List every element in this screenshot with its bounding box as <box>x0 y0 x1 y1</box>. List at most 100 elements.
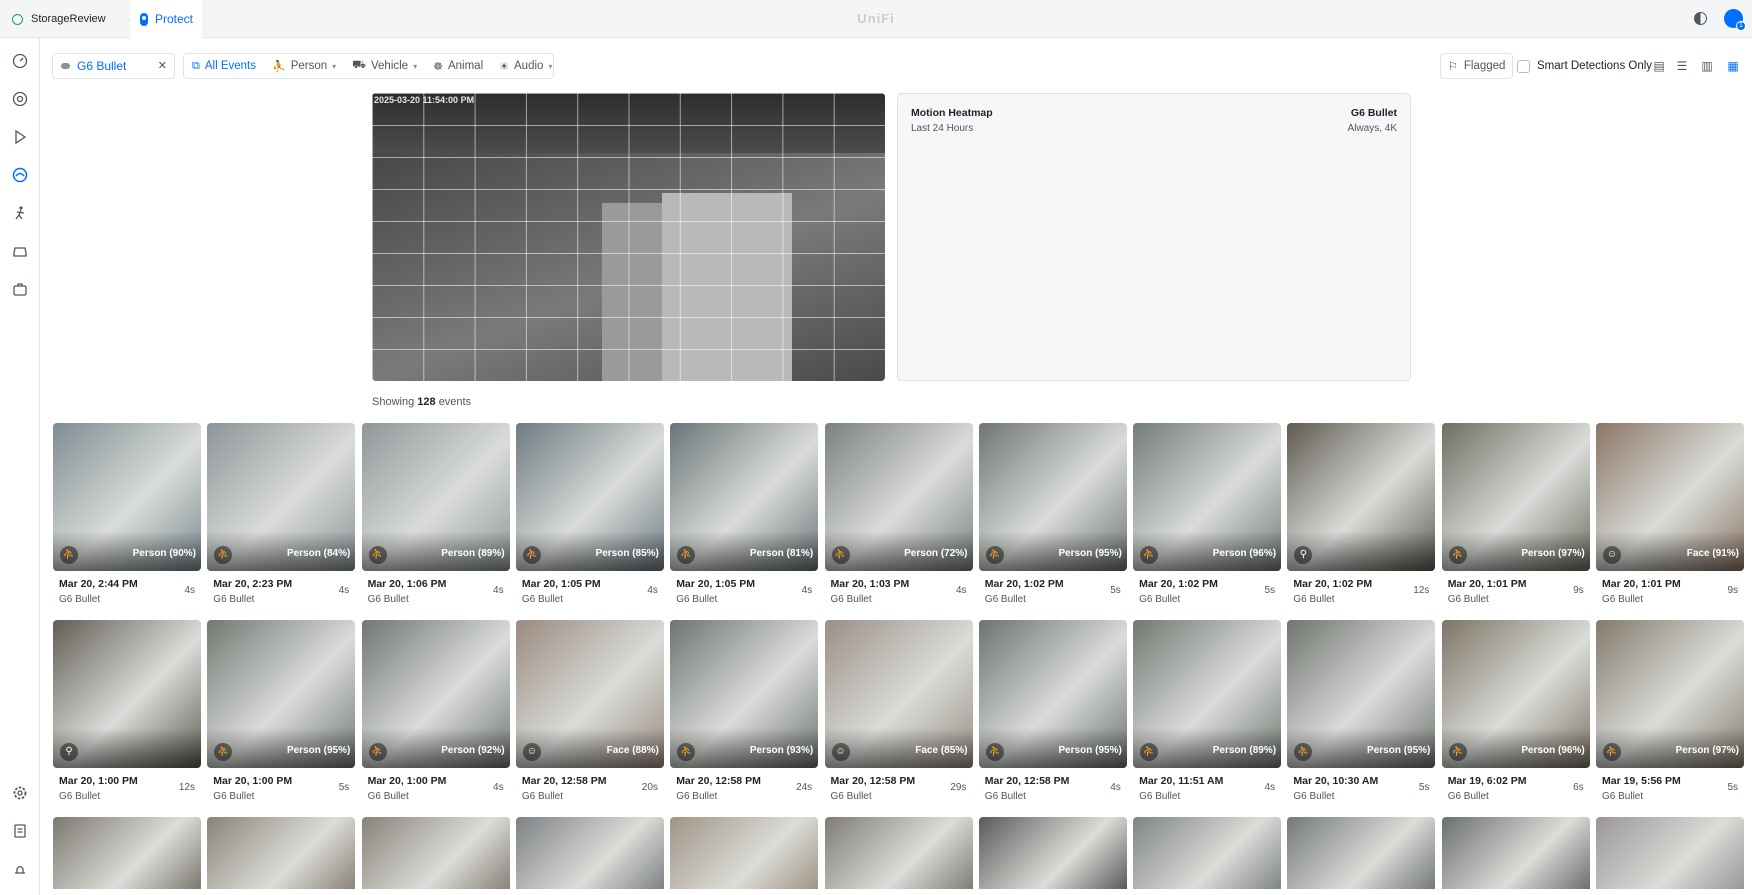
event-duration: 4s <box>801 585 813 596</box>
event-thumbnail[interactable]: ⚲ <box>53 620 201 768</box>
event-thumbnail[interactable]: ⛹ Person (95%) <box>207 620 356 768</box>
site-selector[interactable]: StorageReview ⌄ <box>12 0 135 38</box>
event-card[interactable]: ⚲ Mar 20, 1:02 PM 12s G6 Bullet <box>1287 423 1436 613</box>
event-thumbnail[interactable]: ☺ Face (91%) <box>1596 423 1744 571</box>
event-thumbnail[interactable]: ⛹ Person (85%) <box>515 423 664 571</box>
toolbox-icon[interactable] <box>11 280 29 298</box>
event-thumbnail[interactable]: ⛹ Person (95%) <box>978 620 1127 768</box>
export-icon[interactable]: ▤ <box>1651 58 1667 74</box>
event-card[interactable]: ⛹ Person (92%) Mar 20, 1:00 PM 4s G6 Bullet <box>361 620 510 810</box>
event-card[interactable]: ⛹ Person (90%) Mar 20, 2:44 PM 4s G6 Bullet <box>53 423 201 613</box>
event-thumbnail[interactable]: ⛹ Person (92%) <box>361 620 510 768</box>
settings-icon[interactable] <box>11 784 29 802</box>
event-card[interactable]: ⛹ Person (81%) Mar 20, 1:05 PM 4s G6 Bullet <box>670 423 819 613</box>
event-thumbnail[interactable]: ⛹ Person (89%) <box>361 423 510 571</box>
theme-toggle-icon[interactable] <box>1694 12 1707 25</box>
event-thumbnail[interactable]: ⛹ Person (96%) <box>1133 423 1282 571</box>
filter-all-events[interactable]: ⧉ All Events <box>184 54 264 78</box>
user-avatar[interactable]: 1 <box>1724 9 1746 31</box>
event-card[interactable]: ⛹ Person (95%) Mar 20, 12:58 PM 4s G6 Bullet <box>978 620 1127 810</box>
event-card[interactable]: ⛹ Person (72%) Mar 20, 1:03 PM 4s G6 Bullet <box>824 423 973 613</box>
detections-icon[interactable] <box>11 166 29 184</box>
event-card[interactable] <box>361 817 510 889</box>
event-thumbnail[interactable] <box>53 817 201 889</box>
event-thumbnail[interactable]: ⛹ Person (97%) <box>1441 423 1590 571</box>
detection-label: Person (84%) <box>286 548 351 559</box>
event-thumbnail[interactable] <box>1287 817 1436 889</box>
event-card[interactable]: ⛹ Person (97%) Mar 19, 5:56 PM 5s G6 Bullet <box>1596 620 1744 810</box>
alerts-icon[interactable] <box>11 860 29 878</box>
event-thumbnail[interactable]: ⛹ Person (97%) <box>1596 620 1744 768</box>
camera-filter-chip[interactable]: G6 Bullet ✕ <box>52 53 175 79</box>
event-card[interactable]: ☺ Face (91%) Mar 20, 1:01 PM 9s G6 Bullet <box>1596 423 1744 613</box>
event-card[interactable]: ⛹ Person (95%) Mar 20, 10:30 AM 5s G6 Bullet <box>1287 620 1436 810</box>
event-thumbnail[interactable]: ⛹ Person (90%) <box>53 423 201 571</box>
close-icon[interactable]: ✕ <box>158 59 167 72</box>
event-card[interactable]: ⛹ Person (96%) Mar 20, 1:02 PM 5s G6 Bullet <box>1133 423 1282 613</box>
event-card[interactable]: ☺ Face (85%) Mar 20, 12:58 PM 29s G6 Bullet <box>824 620 973 810</box>
event-card[interactable]: ⛹ Person (95%) Mar 20, 1:02 PM 5s G6 Bullet <box>978 423 1127 613</box>
event-thumbnail[interactable]: ☺ Face (85%) <box>824 620 973 768</box>
event-thumbnail[interactable] <box>515 817 664 889</box>
event-camera: G6 Bullet <box>59 791 101 802</box>
event-camera: G6 Bullet <box>213 594 255 605</box>
bar-chart-icon[interactable]: ▥ <box>1699 58 1715 74</box>
event-card[interactable]: ⛹ Person (95%) Mar 20, 1:00 PM 5s G6 Bullet <box>207 620 356 810</box>
smart-detections-toggle[interactable]: Smart Detections Only <box>1517 53 1652 79</box>
filter-vehicle[interactable]: ⛟ Vehicle ▾ <box>344 54 425 78</box>
event-thumbnail[interactable] <box>1441 817 1590 889</box>
event-card[interactable]: ⛹ Person (89%) Mar 20, 1:06 PM 4s G6 Bullet <box>361 423 510 613</box>
event-thumbnail[interactable]: ⛹ Person (95%) <box>978 423 1127 571</box>
event-thumbnail[interactable]: ☺ Face (88%) <box>515 620 664 768</box>
filter-person[interactable]: ⛹ Person ▾ <box>264 54 344 78</box>
logs-icon[interactable] <box>11 822 29 840</box>
event-thumbnail[interactable]: ⚲ <box>1287 423 1436 571</box>
event-card[interactable]: ⛹ Person (97%) Mar 20, 1:01 PM 9s G6 Bullet <box>1441 423 1590 613</box>
event-card[interactable] <box>1133 817 1282 889</box>
devices-icon[interactable] <box>11 90 29 108</box>
event-thumbnail[interactable] <box>670 817 819 889</box>
smart-detections-checkbox[interactable] <box>1517 59 1530 73</box>
dashboard-icon[interactable] <box>11 52 29 70</box>
person-icon[interactable] <box>11 204 29 222</box>
event-thumbnail[interactable]: ⛹ Person (89%) <box>1133 620 1282 768</box>
event-thumbnail[interactable]: ⛹ Person (95%) <box>1287 620 1436 768</box>
filter-audio[interactable]: ☀ Audio ▾ <box>491 54 560 78</box>
event-thumbnail[interactable]: ⛹ Person (81%) <box>670 423 819 571</box>
event-card[interactable] <box>1596 817 1744 889</box>
event-thumbnail[interactable] <box>1133 817 1282 889</box>
event-card[interactable] <box>978 817 1127 889</box>
event-card[interactable] <box>670 817 819 889</box>
event-card[interactable] <box>1441 817 1590 889</box>
event-card[interactable]: ⛹ Person (93%) Mar 20, 12:58 PM 24s G6 Bulle… <box>670 620 819 810</box>
event-card[interactable] <box>1287 817 1436 889</box>
flagged-button[interactable]: ⚐ Flagged <box>1440 53 1513 79</box>
playback-icon[interactable] <box>11 128 29 146</box>
filter-animal[interactable]: ☸ Animal <box>425 54 491 78</box>
vehicle-icon[interactable] <box>11 242 29 260</box>
event-card[interactable]: ⛹ Person (85%) Mar 20, 1:05 PM 4s G6 Bullet <box>515 423 664 613</box>
heatmap-preview[interactable]: 2025-03-20 11:54:00 PM <box>372 93 885 381</box>
event-thumbnail[interactable] <box>1596 817 1744 889</box>
event-thumbnail[interactable] <box>207 817 356 889</box>
event-thumbnail[interactable]: ⛹ Person (96%) <box>1441 620 1590 768</box>
event-card[interactable]: ⚲ Mar 20, 1:00 PM 12s G6 Bullet <box>53 620 201 810</box>
event-card[interactable]: ⛹ Person (89%) Mar 20, 11:51 AM 4s G6 Bullet <box>1133 620 1282 810</box>
event-card[interactable] <box>53 817 201 889</box>
event-thumbnail[interactable]: ⛹ Person (84%) <box>207 423 356 571</box>
event-card[interactable]: ☺ Face (88%) Mar 20, 12:58 PM 20s G6 Bullet <box>515 620 664 810</box>
grid-view-icon[interactable]: ▦ <box>1725 58 1741 74</box>
event-card[interactable] <box>515 817 664 889</box>
event-thumbnail[interactable]: ⛹ Person (93%) <box>670 620 819 768</box>
event-card[interactable]: ⛹ Person (84%) Mar 20, 2:23 PM 4s G6 Bullet <box>207 423 356 613</box>
event-thumbnail[interactable] <box>361 817 510 889</box>
event-card[interactable] <box>207 817 356 889</box>
event-card[interactable] <box>824 817 973 889</box>
event-thumbnail[interactable]: ⛹ Person (72%) <box>824 423 973 571</box>
filter-settings-icon[interactable]: ☰ <box>1674 58 1690 74</box>
globe-icon <box>12 13 23 25</box>
event-thumbnail[interactable] <box>824 817 973 889</box>
event-card[interactable]: ⛹ Person (96%) Mar 19, 6:02 PM 6s G6 Bullet <box>1441 620 1590 810</box>
tab-protect[interactable]: Protect <box>130 0 202 38</box>
event-thumbnail[interactable] <box>978 817 1127 889</box>
